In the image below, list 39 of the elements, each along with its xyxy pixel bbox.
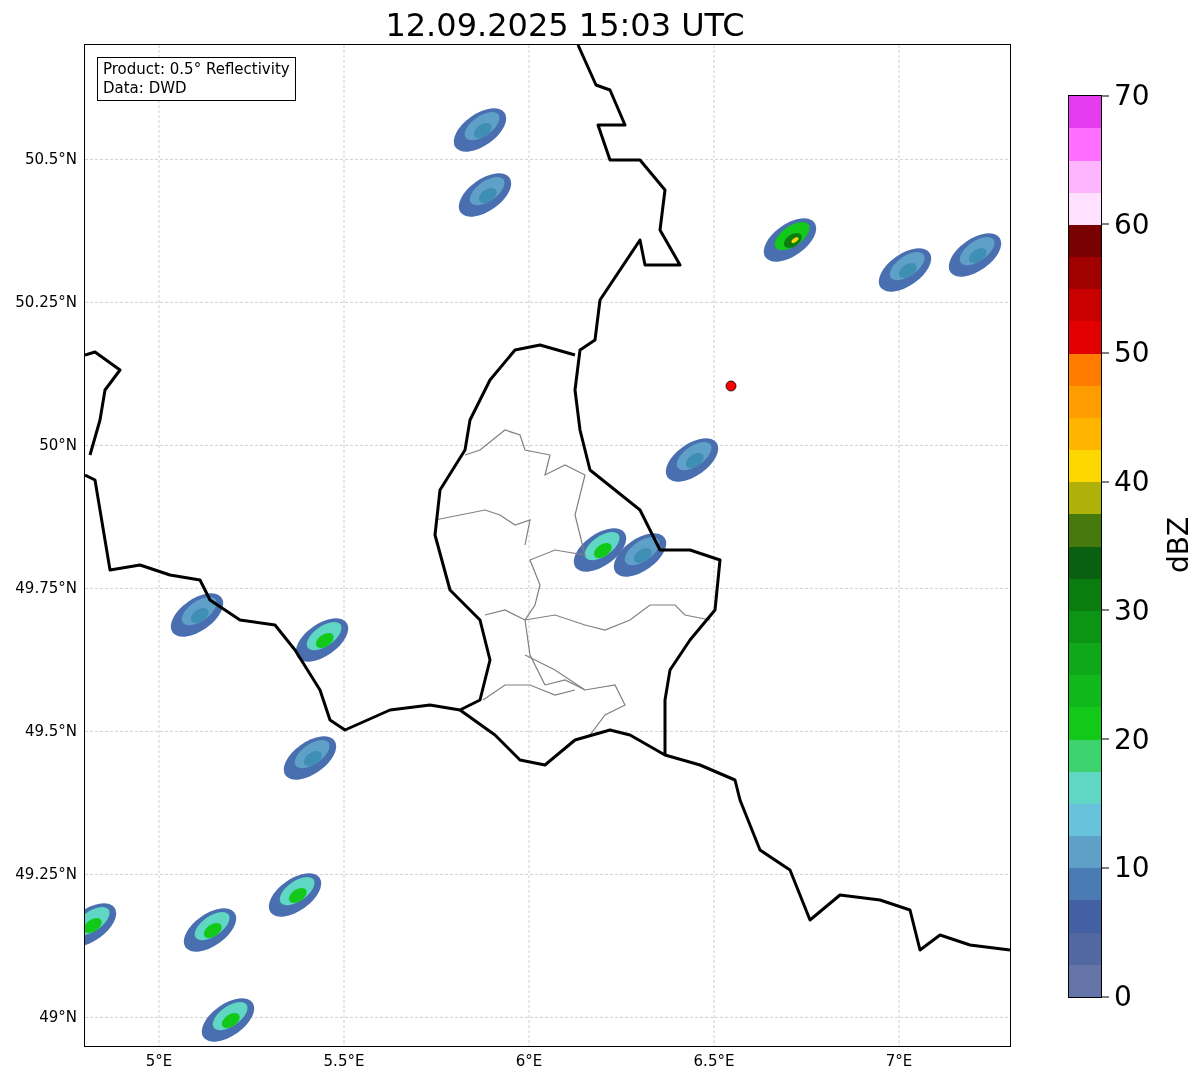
colorbar-label: dBZ <box>1161 516 1195 574</box>
longitude-label: 6°E <box>515 1052 543 1070</box>
radar-echo <box>878 248 932 292</box>
radar-echo <box>295 618 349 662</box>
radar-echo <box>458 173 512 217</box>
radar-echo <box>763 218 817 262</box>
colorbar-tick-label: 30 <box>1102 593 1150 627</box>
radar-echo <box>665 438 719 482</box>
radar-echo <box>453 108 507 152</box>
radar-echo <box>183 908 237 952</box>
radar-echo <box>85 903 117 947</box>
colorbar-tick-label: 10 <box>1102 850 1150 884</box>
radar-echo <box>268 873 322 917</box>
longitude-label: 5.5°E <box>323 1052 365 1070</box>
colorbar-tick-label: 20 <box>1102 722 1150 756</box>
radar-echo <box>948 233 1002 277</box>
longitude-label: 7°E <box>885 1052 913 1070</box>
info-text: Product: 0.5° Reflectivity <box>103 60 290 79</box>
latitude-label: 49.25°N <box>15 865 77 884</box>
chart-title: 12.09.2025 15:03 UTC <box>384 5 746 45</box>
latitude-label: 50.5°N <box>24 150 77 169</box>
radar-site-marker <box>725 380 737 392</box>
radar-echo <box>201 998 255 1042</box>
info-text: Data: DWD <box>103 79 188 98</box>
radar-echo <box>283 736 337 780</box>
colorbar-tick-label: 60 <box>1102 207 1150 241</box>
latitude-label: 49.75°N <box>15 579 77 598</box>
radar-echo <box>613 533 667 577</box>
latitude-label: 49.5°N <box>24 722 77 741</box>
latitude-label: 50.25°N <box>15 293 77 312</box>
colorbar-tick-label: 40 <box>1102 464 1150 498</box>
colorbar-tick-label: 50 <box>1102 335 1150 369</box>
colorbar-tick-label: 0 <box>1102 979 1132 1013</box>
latitude-label: 50°N <box>39 436 77 455</box>
colorbar-tick-label: 70 <box>1102 78 1150 112</box>
longitude-label: 5°E <box>145 1052 173 1070</box>
radar-echo <box>170 593 224 637</box>
latitude-label: 49°N <box>39 1008 77 1027</box>
longitude-label: 6.5°E <box>693 1052 735 1070</box>
